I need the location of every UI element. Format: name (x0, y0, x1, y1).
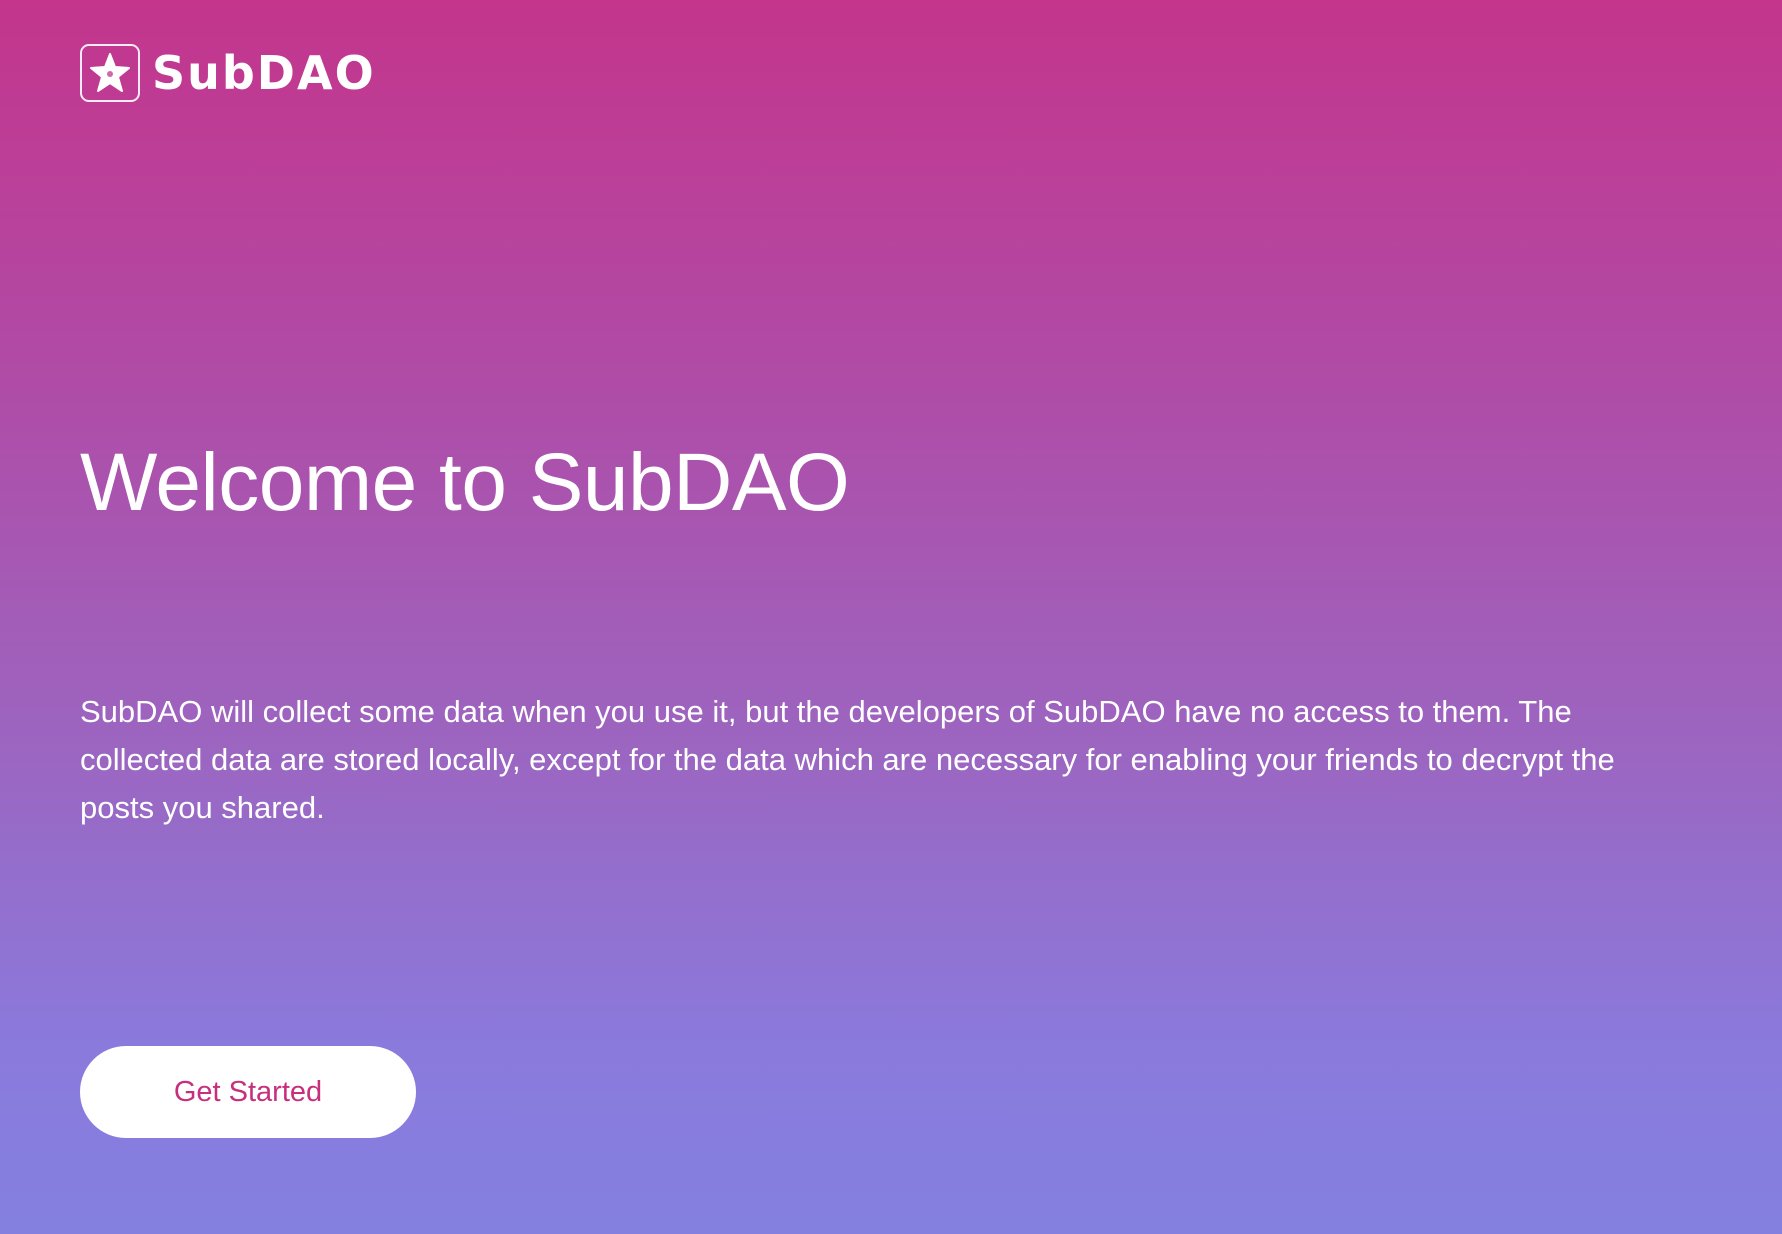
brand-wordmark: SubDAO (152, 46, 376, 100)
get-started-button[interactable]: Get Started (80, 1046, 416, 1138)
page-title: Welcome to SubDAO (80, 437, 850, 528)
app-header: SubDAO (80, 44, 376, 102)
logo (80, 44, 140, 102)
privacy-description: SubDAO will collect some data when you u… (80, 694, 1615, 825)
star-icon (88, 51, 132, 95)
